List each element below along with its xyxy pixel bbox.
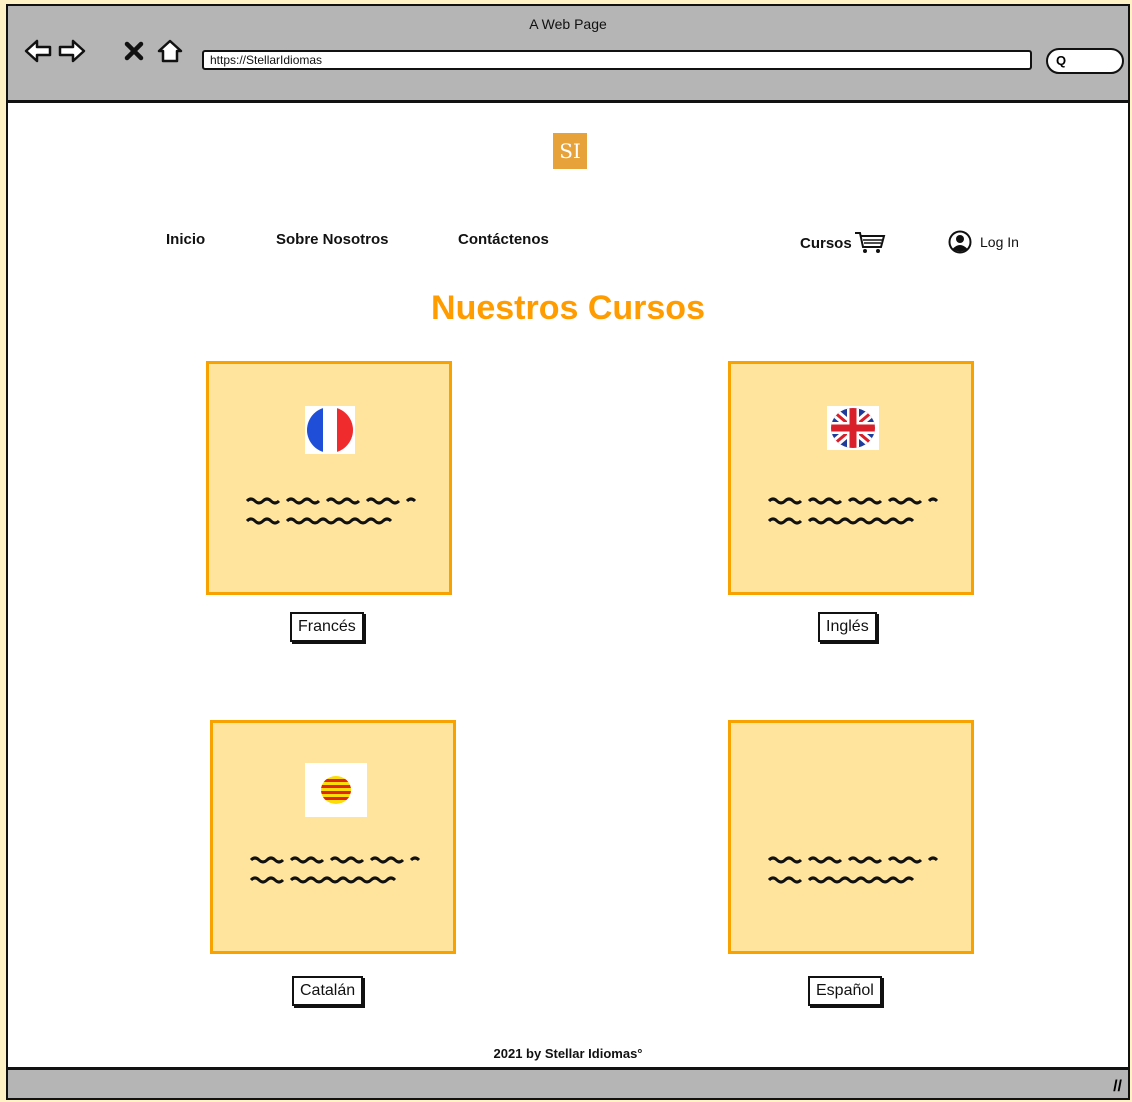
login-link[interactable]: Log In bbox=[948, 230, 1019, 254]
catalonia-flag-icon bbox=[305, 763, 367, 817]
course-label-catalan[interactable]: Catalán bbox=[292, 976, 364, 1006]
browser-statusbar: // bbox=[8, 1067, 1128, 1098]
site-logo[interactable]: SI bbox=[553, 133, 587, 169]
description-scribble bbox=[767, 497, 939, 525]
france-flag-icon bbox=[305, 406, 355, 454]
nav-contactenos[interactable]: Contáctenos bbox=[458, 231, 549, 248]
course-label-ingles[interactable]: Inglés bbox=[818, 612, 877, 642]
description-scribble bbox=[249, 856, 421, 884]
search-button[interactable]: Q bbox=[1046, 48, 1124, 74]
user-icon bbox=[948, 230, 972, 254]
browser-toolbar: A Web Page https://StellarIdiomas Q bbox=[8, 6, 1128, 103]
course-card-espanol[interactable] bbox=[728, 720, 974, 954]
back-icon[interactable] bbox=[24, 38, 52, 64]
search-icon: Q bbox=[1056, 53, 1067, 68]
close-icon[interactable] bbox=[120, 38, 148, 64]
nav-inicio[interactable]: Inicio bbox=[166, 231, 205, 248]
course-card-ingles[interactable] bbox=[728, 361, 974, 595]
footer-copyright: 2021 by Stellar Idiomas° bbox=[493, 1046, 643, 1061]
course-label-frances[interactable]: Francés bbox=[290, 612, 364, 642]
window-title: A Web Page bbox=[529, 16, 607, 32]
resize-handle-icon[interactable]: // bbox=[1113, 1078, 1122, 1096]
nav-cursos-label: Cursos bbox=[800, 234, 852, 252]
nav-cursos[interactable]: Cursos bbox=[800, 230, 886, 256]
uk-flag-icon bbox=[827, 406, 879, 450]
description-scribble bbox=[767, 856, 939, 884]
nav-sobre-nosotros[interactable]: Sobre Nosotros bbox=[276, 231, 389, 248]
url-bar[interactable]: https://StellarIdiomas bbox=[202, 50, 1032, 70]
browser-window: A Web Page https://StellarIdiomas Q SI I… bbox=[6, 4, 1130, 1100]
cart-icon bbox=[854, 232, 885, 253]
home-icon[interactable] bbox=[156, 38, 184, 64]
course-label-espanol[interactable]: Español bbox=[808, 976, 882, 1006]
login-label: Log In bbox=[980, 234, 1019, 250]
description-scribble bbox=[245, 497, 417, 525]
forward-icon[interactable] bbox=[58, 38, 86, 64]
course-card-catalan[interactable] bbox=[210, 720, 456, 954]
page-title: Nuestros Cursos bbox=[431, 289, 705, 327]
course-card-frances[interactable] bbox=[206, 361, 452, 595]
